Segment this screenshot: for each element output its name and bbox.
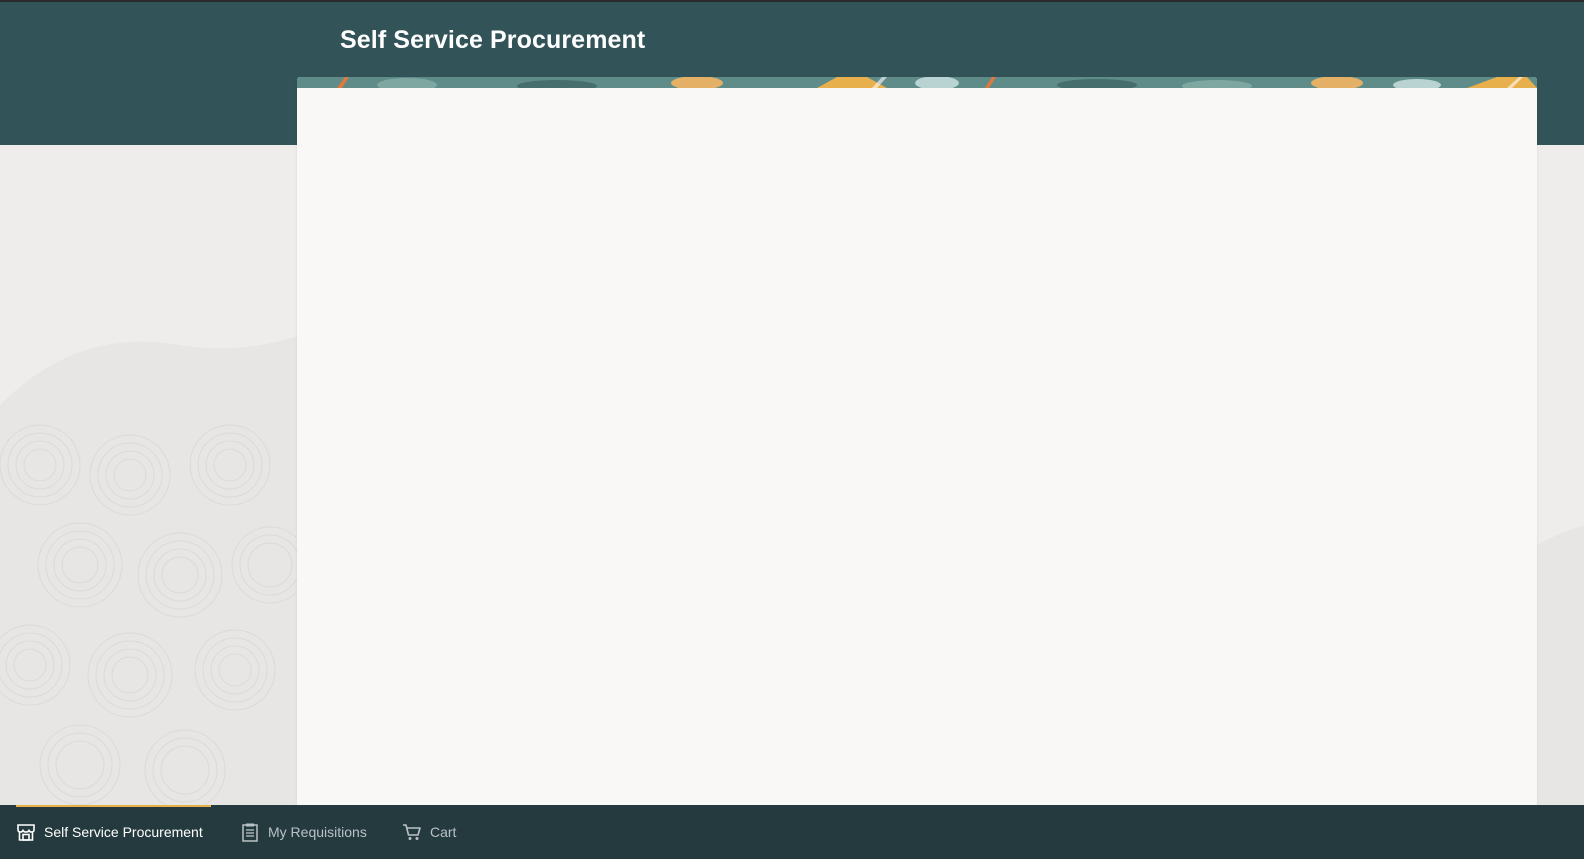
nav-label: Cart [430,824,457,840]
nav-item-my-requisitions[interactable]: My Requisitions [240,805,367,859]
cart-icon [402,822,422,842]
page-title: Self Service Procurement [340,26,646,54]
store-icon [16,822,36,842]
nav-item-cart[interactable]: Cart [402,805,456,859]
main-content-card [297,77,1537,805]
nav-item-self-service-procurement[interactable]: Self Service Procurement [16,805,203,859]
nav-label: My Requisitions [268,824,367,840]
nav-label: Self Service Procurement [44,824,203,840]
bottom-navigation-bar: Self Service Procurement My Requisitions… [0,805,1584,859]
clipboard-icon [240,822,260,842]
decorative-banner [297,77,1537,88]
